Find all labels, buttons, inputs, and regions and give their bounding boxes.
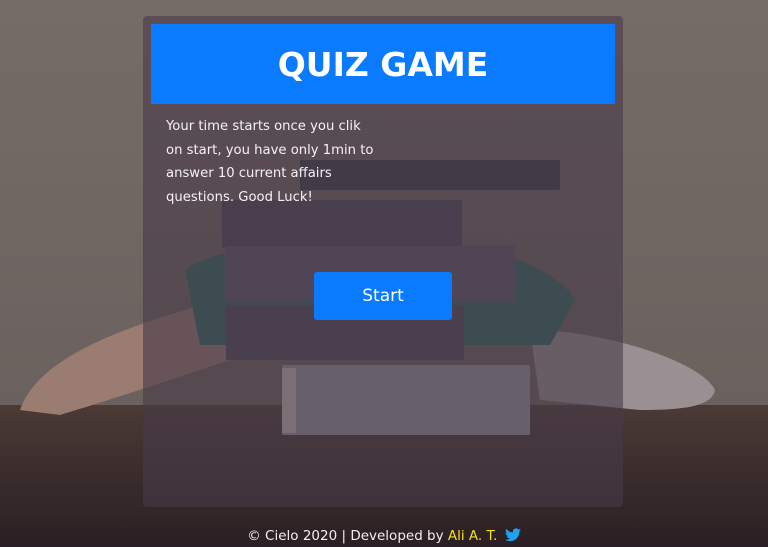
page-title: QUIZ GAME	[277, 44, 489, 84]
quiz-instructions: Your time starts once you clik on start,…	[166, 119, 374, 205]
author-link[interactable]: Ali A. T.	[448, 528, 498, 544]
copyright-text: © Cielo 2020 | Developed by	[247, 528, 448, 544]
footer: © Cielo 2020 | Developed by Ali A. T.	[0, 525, 768, 547]
start-button[interactable]: Start	[314, 272, 452, 320]
twitter-icon[interactable]	[504, 528, 521, 542]
quiz-card: QUIZ GAME Your time starts once you clik…	[143, 16, 623, 507]
quiz-header: QUIZ GAME	[151, 24, 615, 104]
